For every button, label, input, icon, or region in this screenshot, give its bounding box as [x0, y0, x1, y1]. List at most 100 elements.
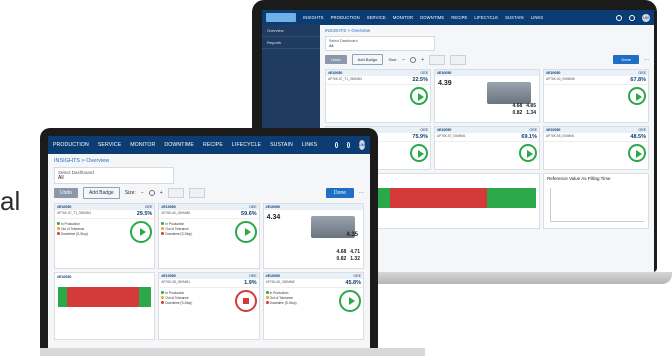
nav-lifecycle[interactable]: LIFECYCLE — [474, 15, 498, 20]
bell-icon[interactable] — [335, 142, 339, 148]
chart-axes — [550, 188, 644, 222]
bell-icon[interactable] — [616, 14, 622, 21]
status-bar-badge[interactable]: #E10050 — [54, 272, 156, 340]
nav-service[interactable]: SERVICE — [98, 142, 121, 148]
legend-item: Out of Tolerance — [161, 296, 192, 300]
size-minus-icon[interactable]: − — [141, 190, 144, 196]
layout-grid-icon[interactable] — [167, 188, 184, 198]
machine-badge[interactable]: #E10050 4.39 4.68 4.85 0.82 1.34 — [434, 69, 540, 123]
nav-recipe[interactable]: RECIPE — [203, 142, 223, 148]
oee-badge[interactable]: #E10050 OEE AP76K-57_T1_050MM1 22.5% — [325, 69, 431, 123]
nav-production[interactable]: PRODUCTION — [53, 142, 89, 148]
size-minus-icon[interactable]: − — [402, 57, 405, 63]
layout-grid-icon[interactable] — [188, 188, 205, 198]
breadcrumb[interactable]: INSIGHTS > Overview — [325, 28, 649, 33]
badge-id: #E10050 — [265, 205, 281, 209]
size-plus-icon[interactable]: + — [421, 57, 424, 63]
avatar[interactable]: UM — [642, 13, 650, 22]
dashboard-select[interactable]: Select Dashboard All — [54, 167, 174, 184]
more-icon[interactable]: ··· — [359, 190, 364, 196]
oee-value: 67.8% — [630, 77, 646, 83]
badge-title: AP76K-60_050MM8 — [265, 280, 295, 284]
badge-title: AP76K-58_050MM1 — [546, 134, 575, 138]
legend-item: Downtime (S-Stop) — [161, 301, 192, 305]
size-slider-handle[interactable] — [410, 56, 417, 63]
badge-title: AP76K-57_050MM1 — [437, 134, 466, 138]
size-plus-icon[interactable]: + — [160, 190, 163, 196]
done-button[interactable]: Done — [326, 188, 354, 198]
size-slider-handle[interactable] — [148, 190, 155, 196]
add-badge-button[interactable]: Add Badge — [82, 187, 120, 199]
oee-badge[interactable]: #E10050 OEE AP76K-58_050MM1 1.9% In Produc… — [158, 272, 260, 340]
badge-grid: #E10050 OEE AP76K-57_T1_050MM1 29.5% In Pr… — [54, 203, 364, 340]
bar-segment-production — [58, 287, 67, 307]
badge-title: AP76K-58_050MM1 — [161, 280, 191, 284]
oee-badge[interactable]: #E10050 OEE AP76K-60_050MM8 67.8% — [543, 69, 649, 123]
breadcrumb[interactable]: INSIGHTS > Overview — [54, 158, 364, 164]
oee-label: OEE — [249, 274, 257, 278]
legend-item: Out of Tolerance — [57, 227, 88, 231]
badge-id: #E10050 — [437, 128, 452, 132]
nav-lifecycle[interactable]: LIFECYCLE — [232, 142, 261, 148]
bar-segment-downtime — [66, 287, 139, 307]
badge-title: AP76K-57_T1_050MM1 — [328, 77, 363, 81]
oee-badge[interactable]: #E10050 OEE AP76K-57_050MM1 69.1% — [434, 126, 540, 170]
add-badge-button[interactable]: Add Badge — [351, 54, 384, 65]
nav-service[interactable]: SERVICE — [367, 15, 386, 20]
nav-downtime[interactable]: DOWNTIME — [164, 142, 194, 148]
undo-button[interactable]: Undo — [325, 55, 347, 64]
more-icon[interactable]: ··· — [644, 57, 649, 63]
nav-monitor[interactable]: MONITOR — [393, 15, 413, 20]
nav-monitor[interactable]: MONITOR — [130, 142, 155, 148]
legend-item: Downtime (S-Stop) — [57, 232, 88, 236]
layout-grid-icon[interactable] — [450, 54, 467, 65]
dashboard-select[interactable]: Select Dashboard All — [325, 36, 435, 51]
play-icon — [410, 87, 428, 105]
oee-badge[interactable]: #E10050 OEE AP76K-60_050MM8 45.8% In Produ… — [262, 272, 364, 340]
nav-insights[interactable]: INSIGHTS — [303, 15, 324, 20]
chart-title: Reference Value As Filling Time — [547, 176, 611, 181]
oee-label: OEE — [529, 128, 537, 132]
line-chart-badge[interactable]: Reference Value As Filling Time — [543, 173, 649, 229]
gear-icon[interactable] — [347, 142, 350, 148]
size-label: Size: — [124, 190, 136, 196]
nav-downtime[interactable]: DOWNTIME — [420, 15, 444, 20]
legend-item: In Production — [161, 291, 192, 295]
oee-label: OEE — [144, 205, 153, 209]
legend-item: In Production — [265, 291, 297, 295]
nav-sustain[interactable]: SUSTAIN — [505, 15, 524, 20]
layout-grid-icon[interactable] — [429, 54, 446, 65]
nav-links[interactable]: LINKS — [302, 142, 318, 148]
oee-label: OEE — [420, 71, 428, 75]
stat-value: 1.34 — [526, 110, 536, 116]
badge-id: #E10050 — [328, 71, 343, 75]
oee-label: OEE — [353, 274, 361, 278]
stop-icon — [234, 290, 257, 312]
legend-item: Out of Tolerance — [161, 227, 192, 231]
play-icon — [628, 144, 646, 162]
oee-badge[interactable]: #E10050 OEE AP76K-58_050MM1 48.5% — [543, 126, 649, 170]
sidebar-item-reports[interactable]: Reports — [262, 37, 320, 49]
nav-recipe[interactable]: RECIPE — [451, 15, 467, 20]
brand-logo[interactable] — [266, 13, 296, 22]
stat-value: 1.32 — [350, 256, 360, 262]
avatar[interactable]: UM — [358, 140, 365, 150]
badge-title: AP76K-57_T1_050MM1 — [57, 211, 92, 215]
undo-button[interactable]: Undo — [54, 188, 78, 198]
badge-title: AP76K-60_050MM8 — [546, 77, 575, 81]
machine-image — [487, 82, 531, 104]
machine-badge[interactable]: #E10050 4.34 4.35 4.68 4.71 0.82 1.32 — [262, 203, 364, 269]
oee-label: OEE — [638, 71, 646, 75]
oee-badge[interactable]: #E10050 OEE AP76K-57_T1_050MM1 29.5% In Pr… — [54, 203, 156, 269]
oee-label: OEE — [249, 205, 257, 209]
badge-title: AP76K-60_050MM8 — [161, 211, 191, 215]
front-laptop: PRODUCTION SERVICE MONITOR DOWNTIME RECI… — [40, 128, 425, 356]
nav-links[interactable]: LINKS — [531, 15, 544, 20]
nav-sustain[interactable]: SUSTAIN — [270, 142, 293, 148]
gear-icon[interactable] — [629, 14, 635, 21]
oee-badge[interactable]: #E10050 OEE AP76K-60_050MM8 59.6% In Produ… — [158, 203, 260, 269]
sidebar-item-overview[interactable]: Overview — [262, 25, 320, 37]
nav-production[interactable]: PRODUCTION — [331, 15, 360, 20]
legend-item: Out of Tolerance — [265, 296, 297, 300]
done-button[interactable]: Done — [613, 55, 639, 64]
